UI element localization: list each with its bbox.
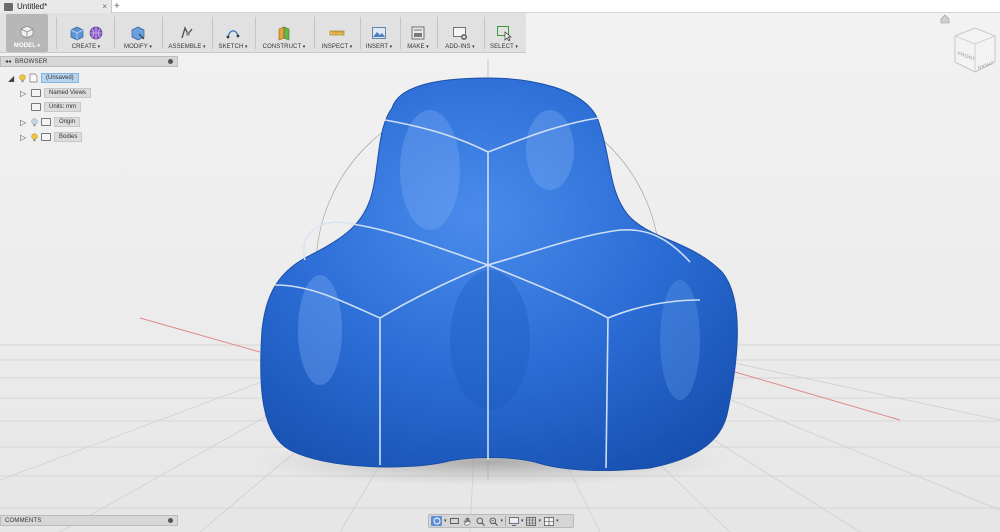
sketch-spline-icon (226, 30, 240, 39)
new-tab-icon[interactable]: + (114, 1, 120, 12)
visibility-bulb-icon[interactable] (31, 132, 38, 142)
create-menu[interactable]: CREATE (62, 13, 110, 53)
visibility-bulb-icon[interactable] (19, 73, 26, 83)
browser-item-label[interactable]: Named Views (44, 88, 91, 98)
sketch-menu-label: SKETCH (218, 44, 247, 50)
browser-collapse-icon[interactable]: ◂◂ (5, 58, 11, 65)
display-settings-icon[interactable] (508, 516, 519, 526)
insert-menu[interactable]: INSERT (362, 13, 396, 53)
display-dropdown-icon[interactable]: ▾ (521, 518, 524, 524)
document-tab-title: Untitled* (17, 2, 48, 11)
document-node-icon (29, 73, 38, 83)
look-at-icon[interactable] (449, 516, 460, 526)
construction-plane-icon (278, 26, 290, 41)
main-toolbar: MODEL CREATE MODIFY ASSEMBLE SKETCH (0, 13, 526, 53)
browser-title: BROWSER (15, 58, 48, 65)
insert-image-icon (372, 27, 386, 39)
insert-menu-label: INSERT (366, 44, 393, 50)
comments-pin-icon[interactable] (168, 518, 173, 523)
add-ins-menu-label: ADD-INS (445, 44, 474, 50)
make-menu-label: MAKE (407, 44, 429, 50)
3d-print-icon (411, 26, 425, 40)
browser-item-label[interactable]: Bodies (54, 132, 83, 142)
orbit-icon[interactable] (431, 516, 442, 526)
fit-icon[interactable] (488, 516, 499, 526)
viewports-icon[interactable] (543, 516, 554, 526)
toolbar-separator (162, 17, 163, 49)
home-view-icon[interactable] (940, 14, 950, 24)
model-workspace-label: MODEL (14, 43, 40, 49)
pan-hand-icon[interactable] (462, 516, 473, 526)
expand-triangle-icon[interactable]: ▷ (20, 118, 28, 127)
workspace-switcher[interactable]: MODEL (6, 14, 48, 52)
expand-triangle-icon[interactable]: ▷ (20, 89, 28, 98)
nav-separator (505, 516, 507, 526)
browser-root-label[interactable]: (Unsaved) (41, 73, 79, 83)
inspect-menu-label: INSPECT (322, 44, 353, 50)
comments-panel-header[interactable]: COMMENTS (0, 515, 178, 526)
construct-menu[interactable]: CONSTRUCT (258, 13, 310, 53)
browser-item-origin[interactable]: ▷ Origin (20, 116, 81, 128)
select-window-icon (497, 26, 512, 41)
inspect-menu[interactable]: INSPECT (318, 13, 356, 53)
construct-menu-label: CONSTRUCT (263, 44, 306, 50)
joint-icon (181, 26, 193, 39)
scripts-addins-icon (453, 27, 467, 40)
viewports-dropdown-icon[interactable]: ▾ (556, 518, 559, 524)
document-tab-bar: Untitled* × + (0, 0, 1000, 13)
zoom-icon[interactable] (475, 516, 486, 526)
document-tab[interactable]: Untitled* × (0, 0, 112, 13)
document-icon (4, 2, 13, 11)
select-menu[interactable]: SELECT (486, 13, 522, 53)
toolbar-separator (484, 17, 485, 49)
browser-item-label[interactable]: Units: mm (44, 102, 81, 112)
toolbar-separator (437, 17, 438, 49)
make-menu[interactable]: MAKE (402, 13, 434, 53)
view-cube[interactable]: FRONT RIGHT (945, 20, 999, 76)
browser-item-bodies[interactable]: ▷ Bodies (20, 131, 83, 143)
browser-item-label[interactable]: Origin (54, 117, 81, 127)
browser-item-named-views[interactable]: ▷ Named Views (20, 87, 91, 99)
navigation-bar: ▾ ▾ ▾ ▾ ▾ (428, 514, 574, 528)
toolbar-separator (212, 17, 213, 49)
browser-root-node[interactable]: ◢ (Unsaved) (8, 72, 79, 84)
comments-title: COMMENTS (5, 517, 42, 524)
browser-panel-header[interactable]: ◂◂ BROWSER (0, 56, 178, 67)
folder-icon (31, 89, 41, 97)
expand-triangle-icon[interactable]: ▷ (20, 133, 28, 142)
orbit-dropdown-icon[interactable]: ▾ (444, 518, 447, 524)
folder-icon (41, 133, 51, 141)
folder-icon (41, 118, 51, 126)
box-icon (70, 26, 83, 41)
edit-form-icon (131, 26, 145, 41)
close-tab-icon[interactable]: × (102, 2, 107, 11)
visibility-bulb-off-icon[interactable] (31, 117, 38, 127)
grid-dropdown-icon[interactable]: ▾ (539, 518, 542, 524)
modify-menu[interactable]: MODIFY (118, 13, 158, 53)
assemble-menu-label: ASSEMBLE (168, 44, 205, 50)
toolbar-separator (255, 17, 256, 49)
add-ins-menu[interactable]: ADD-INS (440, 13, 480, 53)
grid-snaps-icon[interactable] (526, 516, 537, 526)
modify-menu-label: MODIFY (124, 44, 152, 50)
collapse-triangle-icon[interactable]: ◢ (8, 74, 16, 83)
toolbar-separator (114, 17, 115, 49)
create-menu-label: CREATE (72, 44, 101, 50)
sketch-menu[interactable]: SKETCH (214, 13, 252, 53)
toolbar-separator (360, 17, 361, 49)
browser-item-units[interactable]: Units: mm (20, 101, 81, 113)
measure-icon (329, 30, 345, 36)
viewport-canvas[interactable] (0, 0, 1000, 532)
toolbar-separator (400, 17, 401, 49)
browser-pin-icon[interactable] (168, 59, 173, 64)
form-sphere-icon (89, 26, 102, 40)
model-workspace-icon (20, 25, 34, 39)
toolbar-separator (56, 17, 57, 49)
zoom-dropdown-icon[interactable]: ▾ (501, 518, 504, 524)
units-document-icon (31, 103, 41, 111)
select-menu-label: SELECT (490, 44, 518, 50)
assemble-menu[interactable]: ASSEMBLE (164, 13, 210, 53)
toolbar-separator (314, 17, 315, 49)
